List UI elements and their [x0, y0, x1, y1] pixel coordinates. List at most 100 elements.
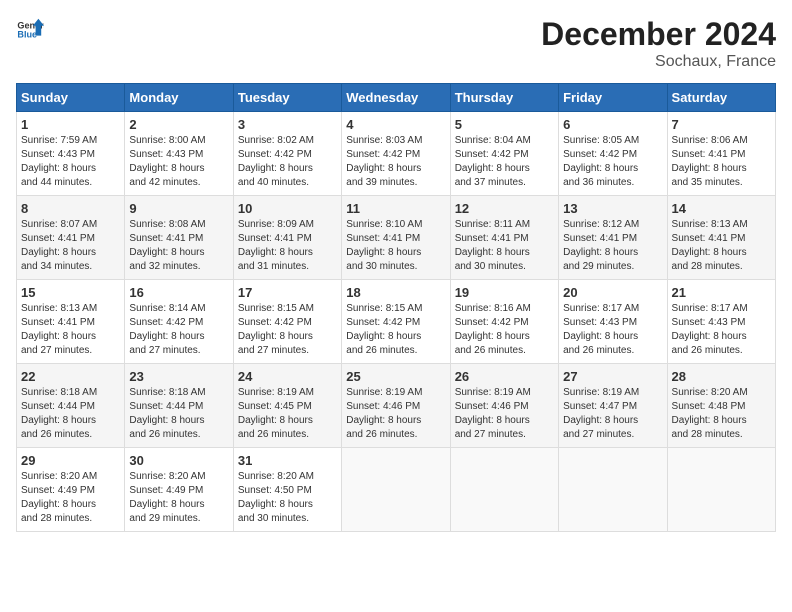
day-number: 21 [672, 285, 771, 300]
calendar-cell: 8 Sunrise: 8:07 AMSunset: 4:41 PMDayligh… [17, 196, 125, 280]
logo-icon: General Blue [16, 16, 44, 44]
cell-info: Sunrise: 8:05 AMSunset: 4:42 PMDaylight:… [563, 134, 662, 190]
calendar-cell: 23 Sunrise: 8:18 AMSunset: 4:44 PMDaylig… [125, 364, 233, 448]
cell-info: Sunrise: 8:00 AMSunset: 4:43 PMDaylight:… [129, 134, 228, 190]
day-number: 5 [455, 117, 554, 132]
cell-info: Sunrise: 8:15 AMSunset: 4:42 PMDaylight:… [238, 302, 337, 358]
page-subtitle: Sochaux, France [541, 53, 776, 71]
week-row-5: 29 Sunrise: 8:20 AMSunset: 4:49 PMDaylig… [17, 448, 776, 532]
calendar-cell: 24 Sunrise: 8:19 AMSunset: 4:45 PMDaylig… [233, 364, 341, 448]
calendar-cell: 17 Sunrise: 8:15 AMSunset: 4:42 PMDaylig… [233, 280, 341, 364]
day-number: 14 [672, 201, 771, 216]
cell-info: Sunrise: 8:09 AMSunset: 4:41 PMDaylight:… [238, 218, 337, 274]
calendar-table: SundayMondayTuesdayWednesdayThursdayFrid… [16, 83, 776, 532]
day-number: 31 [238, 453, 337, 468]
cell-info: Sunrise: 8:11 AMSunset: 4:41 PMDaylight:… [455, 218, 554, 274]
day-number: 1 [21, 117, 120, 132]
cell-info: Sunrise: 8:19 AMSunset: 4:45 PMDaylight:… [238, 386, 337, 442]
calendar-cell: 11 Sunrise: 8:10 AMSunset: 4:41 PMDaylig… [342, 196, 450, 280]
cell-info: Sunrise: 8:19 AMSunset: 4:47 PMDaylight:… [563, 386, 662, 442]
calendar-cell: 29 Sunrise: 8:20 AMSunset: 4:49 PMDaylig… [17, 448, 125, 532]
day-number: 24 [238, 369, 337, 384]
cell-info: Sunrise: 8:03 AMSunset: 4:42 PMDaylight:… [346, 134, 445, 190]
day-number: 15 [21, 285, 120, 300]
day-number: 3 [238, 117, 337, 132]
day-number: 27 [563, 369, 662, 384]
cell-info: Sunrise: 8:12 AMSunset: 4:41 PMDaylight:… [563, 218, 662, 274]
day-number: 23 [129, 369, 228, 384]
day-number: 17 [238, 285, 337, 300]
cell-info: Sunrise: 8:16 AMSunset: 4:42 PMDaylight:… [455, 302, 554, 358]
calendar-cell: 9 Sunrise: 8:08 AMSunset: 4:41 PMDayligh… [125, 196, 233, 280]
calendar-cell: 3 Sunrise: 8:02 AMSunset: 4:42 PMDayligh… [233, 112, 341, 196]
cell-info: Sunrise: 8:13 AMSunset: 4:41 PMDaylight:… [672, 218, 771, 274]
calendar-cell: 18 Sunrise: 8:15 AMSunset: 4:42 PMDaylig… [342, 280, 450, 364]
cell-info: Sunrise: 8:14 AMSunset: 4:42 PMDaylight:… [129, 302, 228, 358]
cell-info: Sunrise: 8:04 AMSunset: 4:42 PMDaylight:… [455, 134, 554, 190]
day-number: 26 [455, 369, 554, 384]
svg-text:Blue: Blue [17, 30, 37, 40]
cell-info: Sunrise: 8:08 AMSunset: 4:41 PMDaylight:… [129, 218, 228, 274]
day-number: 8 [21, 201, 120, 216]
calendar-cell [559, 448, 667, 532]
cell-info: Sunrise: 8:18 AMSunset: 4:44 PMDaylight:… [21, 386, 120, 442]
calendar-cell: 6 Sunrise: 8:05 AMSunset: 4:42 PMDayligh… [559, 112, 667, 196]
week-row-2: 8 Sunrise: 8:07 AMSunset: 4:41 PMDayligh… [17, 196, 776, 280]
logo: General Blue [16, 16, 44, 44]
calendar-cell: 10 Sunrise: 8:09 AMSunset: 4:41 PMDaylig… [233, 196, 341, 280]
day-number: 19 [455, 285, 554, 300]
day-number: 7 [672, 117, 771, 132]
header-tuesday: Tuesday [233, 84, 341, 112]
calendar-cell: 26 Sunrise: 8:19 AMSunset: 4:46 PMDaylig… [450, 364, 558, 448]
header-friday: Friday [559, 84, 667, 112]
calendar-cell: 5 Sunrise: 8:04 AMSunset: 4:42 PMDayligh… [450, 112, 558, 196]
calendar-cell: 21 Sunrise: 8:17 AMSunset: 4:43 PMDaylig… [667, 280, 775, 364]
title-block: December 2024 Sochaux, France [541, 16, 776, 71]
calendar-cell: 30 Sunrise: 8:20 AMSunset: 4:49 PMDaylig… [125, 448, 233, 532]
day-number: 18 [346, 285, 445, 300]
day-number: 29 [21, 453, 120, 468]
cell-info: Sunrise: 8:07 AMSunset: 4:41 PMDaylight:… [21, 218, 120, 274]
calendar-cell: 1 Sunrise: 7:59 AMSunset: 4:43 PMDayligh… [17, 112, 125, 196]
cell-info: Sunrise: 8:18 AMSunset: 4:44 PMDaylight:… [129, 386, 228, 442]
calendar-cell: 7 Sunrise: 8:06 AMSunset: 4:41 PMDayligh… [667, 112, 775, 196]
day-number: 2 [129, 117, 228, 132]
cell-info: Sunrise: 8:17 AMSunset: 4:43 PMDaylight:… [672, 302, 771, 358]
week-row-1: 1 Sunrise: 7:59 AMSunset: 4:43 PMDayligh… [17, 112, 776, 196]
calendar-cell: 16 Sunrise: 8:14 AMSunset: 4:42 PMDaylig… [125, 280, 233, 364]
day-number: 25 [346, 369, 445, 384]
day-number: 9 [129, 201, 228, 216]
day-number: 10 [238, 201, 337, 216]
calendar-header-row: SundayMondayTuesdayWednesdayThursdayFrid… [17, 84, 776, 112]
day-number: 16 [129, 285, 228, 300]
header-monday: Monday [125, 84, 233, 112]
day-number: 22 [21, 369, 120, 384]
cell-info: Sunrise: 8:13 AMSunset: 4:41 PMDaylight:… [21, 302, 120, 358]
cell-info: Sunrise: 8:06 AMSunset: 4:41 PMDaylight:… [672, 134, 771, 190]
calendar-cell: 31 Sunrise: 8:20 AMSunset: 4:50 PMDaylig… [233, 448, 341, 532]
cell-info: Sunrise: 8:20 AMSunset: 4:48 PMDaylight:… [672, 386, 771, 442]
calendar-cell: 22 Sunrise: 8:18 AMSunset: 4:44 PMDaylig… [17, 364, 125, 448]
cell-info: Sunrise: 8:19 AMSunset: 4:46 PMDaylight:… [455, 386, 554, 442]
calendar-cell: 25 Sunrise: 8:19 AMSunset: 4:46 PMDaylig… [342, 364, 450, 448]
calendar-cell: 2 Sunrise: 8:00 AMSunset: 4:43 PMDayligh… [125, 112, 233, 196]
cell-info: Sunrise: 8:20 AMSunset: 4:49 PMDaylight:… [129, 470, 228, 526]
header-sunday: Sunday [17, 84, 125, 112]
day-number: 6 [563, 117, 662, 132]
day-number: 11 [346, 201, 445, 216]
day-number: 20 [563, 285, 662, 300]
day-number: 12 [455, 201, 554, 216]
calendar-cell: 13 Sunrise: 8:12 AMSunset: 4:41 PMDaylig… [559, 196, 667, 280]
cell-info: Sunrise: 7:59 AMSunset: 4:43 PMDaylight:… [21, 134, 120, 190]
calendar-cell [342, 448, 450, 532]
cell-info: Sunrise: 8:15 AMSunset: 4:42 PMDaylight:… [346, 302, 445, 358]
page-title: December 2024 [541, 16, 776, 53]
cell-info: Sunrise: 8:10 AMSunset: 4:41 PMDaylight:… [346, 218, 445, 274]
calendar-cell: 15 Sunrise: 8:13 AMSunset: 4:41 PMDaylig… [17, 280, 125, 364]
calendar-cell: 12 Sunrise: 8:11 AMSunset: 4:41 PMDaylig… [450, 196, 558, 280]
calendar-cell: 4 Sunrise: 8:03 AMSunset: 4:42 PMDayligh… [342, 112, 450, 196]
calendar-cell: 19 Sunrise: 8:16 AMSunset: 4:42 PMDaylig… [450, 280, 558, 364]
week-row-3: 15 Sunrise: 8:13 AMSunset: 4:41 PMDaylig… [17, 280, 776, 364]
cell-info: Sunrise: 8:20 AMSunset: 4:49 PMDaylight:… [21, 470, 120, 526]
calendar-cell: 28 Sunrise: 8:20 AMSunset: 4:48 PMDaylig… [667, 364, 775, 448]
